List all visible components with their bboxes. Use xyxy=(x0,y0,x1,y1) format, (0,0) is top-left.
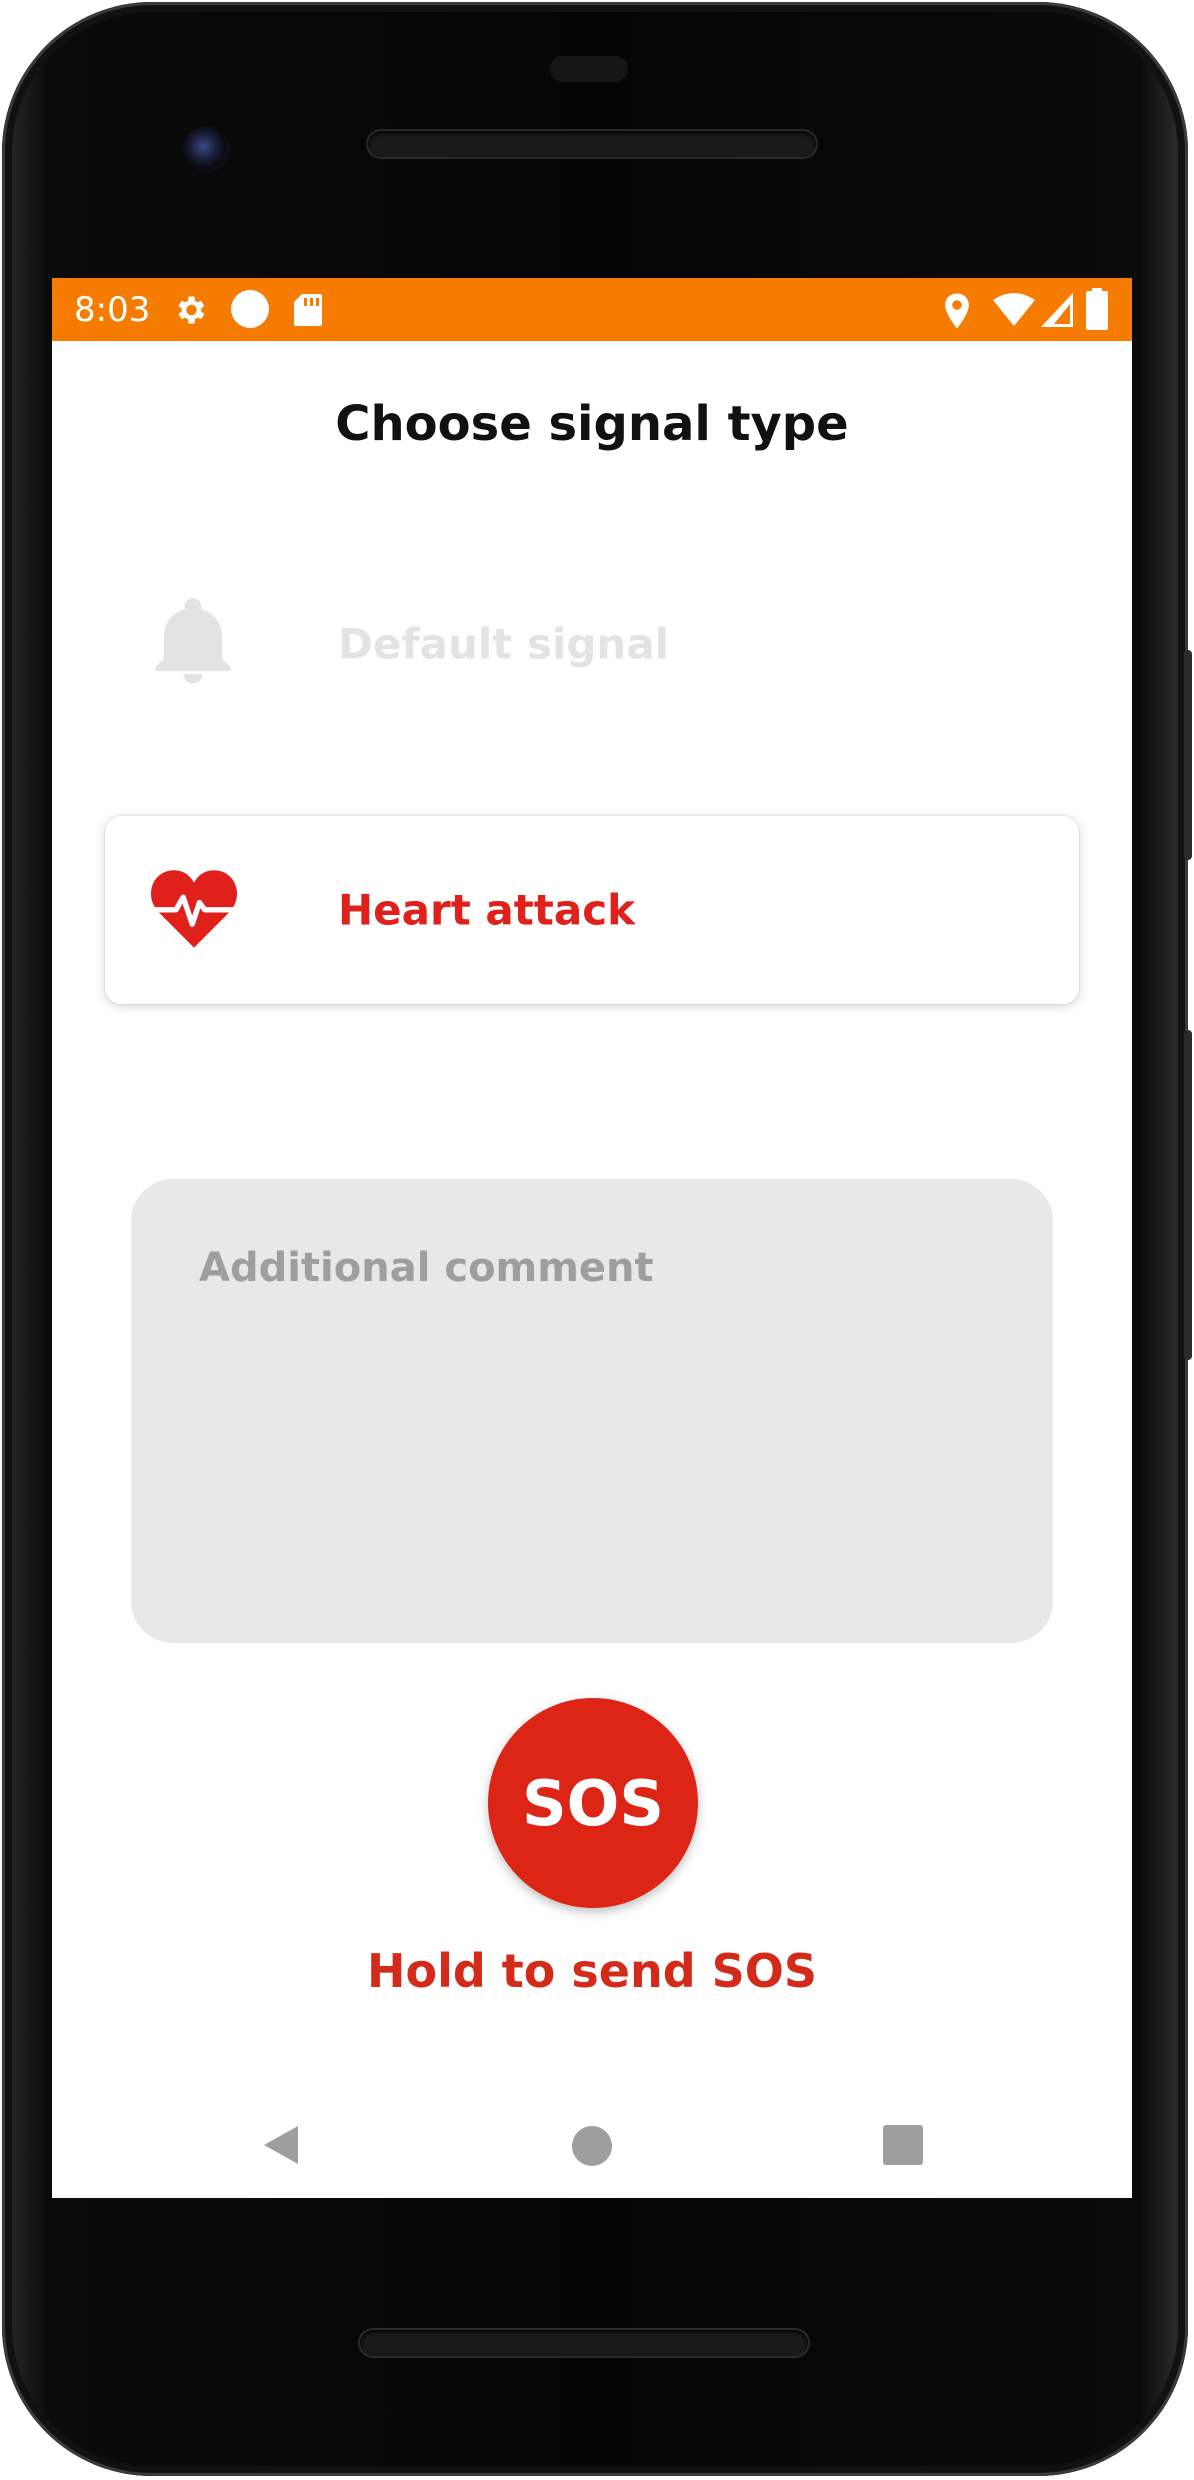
sos-hint: Hold to send SOS xyxy=(366,1944,818,1998)
power-button xyxy=(1184,650,1192,860)
bell-icon xyxy=(143,592,243,696)
gear-icon xyxy=(172,292,208,332)
top-speaker-grille xyxy=(368,131,816,157)
signal-option-label: Heart attack xyxy=(338,885,636,935)
sos-button[interactable]: SOS xyxy=(488,1698,698,1908)
home-icon[interactable] xyxy=(570,2124,614,2172)
comment-textarea[interactable]: Additional comment xyxy=(131,1179,1053,1643)
navigation-bar xyxy=(52,2098,1132,2198)
circle-icon xyxy=(230,289,270,333)
signal-option-default[interactable]: Default signal xyxy=(105,550,1079,738)
wifi-icon xyxy=(992,292,1036,332)
volume-button xyxy=(1184,1030,1192,1360)
signal-icon xyxy=(1040,292,1074,332)
heart-pulse-icon xyxy=(149,866,239,954)
location-icon xyxy=(942,292,972,334)
bottom-speaker-grille xyxy=(360,2330,808,2356)
earpiece-notch xyxy=(550,56,628,82)
device-frame: 8:03 Choose signal type Default signal H… xyxy=(0,0,1194,2480)
sos-button-label: SOS xyxy=(521,1766,664,1840)
signal-option-heart-attack[interactable]: Heart attack xyxy=(105,816,1079,1004)
signal-option-label: Default signal xyxy=(338,619,670,669)
page-title: Choose signal type xyxy=(335,396,849,452)
battery-icon xyxy=(1086,288,1108,334)
status-bar: 8:03 xyxy=(52,278,1132,341)
recents-icon[interactable] xyxy=(882,2124,924,2170)
back-icon[interactable] xyxy=(256,2120,306,2174)
front-camera xyxy=(183,126,229,172)
sd-card-icon xyxy=(292,292,324,332)
status-time: 8:03 xyxy=(74,290,151,330)
app-screen: 8:03 Choose signal type Default signal H… xyxy=(52,278,1132,2198)
comment-placeholder: Additional comment xyxy=(199,1245,654,1291)
